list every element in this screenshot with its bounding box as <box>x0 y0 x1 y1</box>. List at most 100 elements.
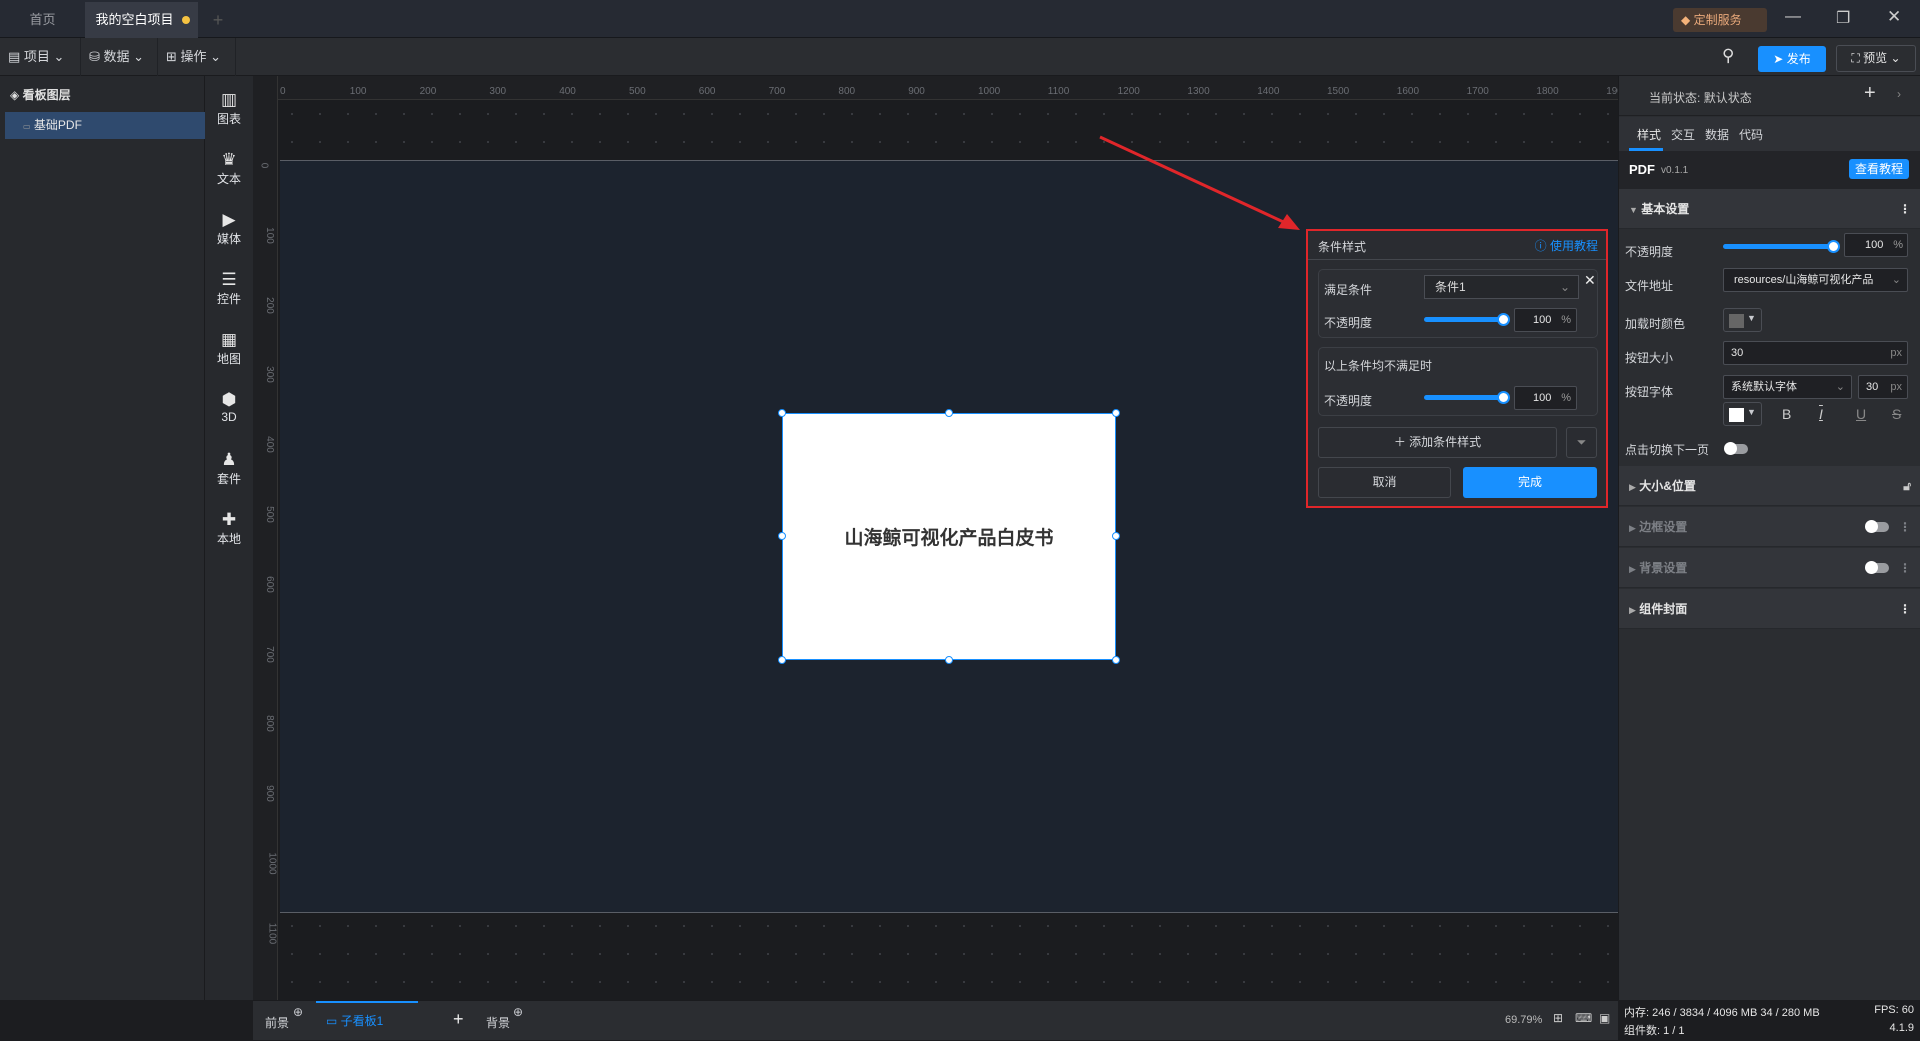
bar-chart-icon: ▥ <box>220 90 238 109</box>
tab-sub-board[interactable]: ▭ 子看板1 <box>316 1001 418 1041</box>
add-foreground-icon[interactable]: ⊕ <box>293 1005 303 1019</box>
pdf-component[interactable]: 山海鲸可视化产品白皮书 <box>782 413 1116 660</box>
add-background-icon[interactable]: ⊕ <box>513 1005 523 1019</box>
file-select[interactable]: resources/山海鲸可视化产品 ⌄ <box>1723 268 1908 292</box>
bold-button[interactable]: B <box>1782 406 1791 422</box>
condition-select[interactable]: 条件1 ⌄ <box>1424 275 1579 299</box>
tab-style[interactable]: 样式 <box>1637 126 1661 143</box>
more-icon[interactable]: ⋮ <box>1899 548 1911 588</box>
pdf-icon: ▭ <box>23 122 31 131</box>
fps: FPS: 60 <box>1874 1004 1914 1016</box>
help-link[interactable]: ⓘ 使用教程 <box>1535 237 1598 254</box>
close-icon[interactable]: ✕ <box>1887 7 1901 27</box>
component-chart[interactable]: ▥ 图表 <box>205 90 253 127</box>
preview-label: 预览 <box>1863 51 1888 65</box>
lock-icon[interactable]: 🔓︎ <box>1903 466 1911 506</box>
button-font-size-input[interactable]: 30 px <box>1858 375 1908 399</box>
border-toggle[interactable] <box>1865 520 1889 533</box>
more-icon[interactable]: ⋮ <box>1899 507 1911 547</box>
resize-handle[interactable] <box>1112 409 1120 417</box>
filter-add-icon[interactable]: ⏷ <box>1566 427 1597 458</box>
tab-data[interactable]: 数据 <box>1705 126 1729 143</box>
click-next-toggle[interactable] <box>1724 442 1748 455</box>
tab-home[interactable]: 首页 <box>0 2 85 38</box>
resize-handle[interactable] <box>778 532 786 540</box>
resize-handle[interactable] <box>1112 532 1120 540</box>
new-tab-button[interactable]: + <box>205 2 231 38</box>
search-icon[interactable]: ⚲ <box>1722 46 1734 66</box>
tab-interaction[interactable]: 交互 <box>1671 126 1695 143</box>
section-background[interactable]: ▶ 背景设置 ⋮ <box>1619 548 1920 588</box>
font-color-picker[interactable]: ▼ <box>1723 402 1762 426</box>
ruler-tick-label: 400 <box>559 86 576 97</box>
resize-handle[interactable] <box>778 409 786 417</box>
menu-data[interactable]: ⛁ 数据 ⌄ <box>81 38 158 76</box>
slider-knob[interactable] <box>1497 313 1510 326</box>
opacity-slider[interactable] <box>1723 244 1835 249</box>
add-state-icon[interactable]: + <box>1864 82 1876 105</box>
loading-color-picker[interactable]: ▼ <box>1723 308 1762 332</box>
component-map[interactable]: ▦ 地图 <box>205 330 253 367</box>
section-basic[interactable]: ▼ 基本设置 ⋮ <box>1619 189 1920 229</box>
resize-handle[interactable] <box>1112 656 1120 664</box>
slider-knob[interactable] <box>1827 240 1840 253</box>
button-font-select[interactable]: 系统默认字体 ⌄ <box>1723 375 1852 399</box>
menu-operate[interactable]: ⊞ 操作 ⌄ <box>158 38 236 76</box>
else-opacity-slider[interactable] <box>1424 395 1504 400</box>
puzzle-icon: ✚ <box>221 510 237 529</box>
remove-condition-icon[interactable]: ✕ <box>1584 272 1596 289</box>
tab-project[interactable]: 我的空白项目 <box>85 2 198 38</box>
button-size-input[interactable]: 30 px <box>1723 341 1908 365</box>
tab-code[interactable]: 代码 <box>1739 126 1763 143</box>
preview-button[interactable]: ⛶ 预览 ⌄ <box>1836 45 1916 72</box>
condition-card: 满足条件 条件1 ⌄ ✕ 不透明度 100% <box>1318 269 1598 338</box>
layer-item[interactable]: ▭ 基础PDF <box>5 112 205 139</box>
ruler-tick-label: 0 <box>280 86 286 97</box>
component-control[interactable]: ☰ 控件 <box>205 270 253 307</box>
restore-icon[interactable]: ❐ <box>1836 8 1850 28</box>
section-border[interactable]: ▶ 边框设置 ⋮ <box>1619 507 1920 547</box>
more-icon[interactable]: ⋮ <box>1899 189 1911 229</box>
button-font-value: 系统默认字体 <box>1731 381 1797 393</box>
cancel-button[interactable]: 取消 <box>1318 467 1451 498</box>
component-kit[interactable]: ♟ 套件 <box>205 450 253 487</box>
ruler-tick-label: 200 <box>263 296 275 314</box>
italic-button[interactable]: I <box>1819 406 1823 422</box>
chevron-right-icon[interactable]: › <box>1897 87 1901 101</box>
tab-background[interactable]: 背景 <box>486 1014 510 1031</box>
resize-handle[interactable] <box>945 409 953 417</box>
strikethrough-button[interactable]: S <box>1892 406 1901 422</box>
opacity-input[interactable]: 100% <box>1514 308 1577 332</box>
section-cover[interactable]: ▶ 组件封面 ⋮ <box>1619 589 1920 629</box>
keyboard-icon[interactable]: ⌨ <box>1575 1011 1592 1025</box>
menu-project[interactable]: ▤ 项目 ⌄ <box>0 38 81 76</box>
add-board-icon[interactable]: + <box>453 1009 464 1030</box>
view-tutorial-button[interactable]: 查看教程 <box>1849 159 1909 179</box>
component-text[interactable]: ♛ 文本 <box>205 150 253 187</box>
done-button[interactable]: 完成 <box>1463 467 1597 498</box>
component-local[interactable]: ✚ 本地 <box>205 510 253 547</box>
underline-button[interactable]: U <box>1856 406 1866 422</box>
opacity-input[interactable]: 100% <box>1844 233 1908 257</box>
minimize-icon[interactable]: — <box>1785 8 1801 26</box>
unsaved-dot <box>182 16 190 24</box>
opacity-slider[interactable] <box>1424 317 1504 322</box>
custom-service-button[interactable]: ◆ 定制服务 <box>1673 8 1767 32</box>
component-3d[interactable]: ⬢ 3D <box>205 390 253 424</box>
zoom-level[interactable]: 69.79% <box>1505 1014 1542 1026</box>
fit-screen-icon[interactable]: ⊞ <box>1553 1011 1563 1025</box>
resize-handle[interactable] <box>945 656 953 664</box>
condition-value: 条件1 <box>1435 280 1466 294</box>
resize-handle[interactable] <box>778 656 786 664</box>
background-toggle[interactable] <box>1865 561 1889 574</box>
publish-button[interactable]: ➤ 发布 <box>1758 46 1826 72</box>
else-opacity-input[interactable]: 100% <box>1514 386 1577 410</box>
tab-foreground[interactable]: 前景 <box>265 1014 289 1031</box>
more-icon[interactable]: ⋮ <box>1899 589 1911 629</box>
shirt-icon: ♟ <box>221 450 237 469</box>
component-media[interactable]: ▶ 媒体 <box>205 210 253 247</box>
add-condition-button[interactable]: ＋ 添加条件样式 <box>1318 427 1557 458</box>
section-size-position[interactable]: ▶ 大小&位置 🔓︎ <box>1619 466 1920 506</box>
terminal-icon[interactable]: ▣ <box>1599 1011 1610 1025</box>
slider-knob[interactable] <box>1497 391 1510 404</box>
